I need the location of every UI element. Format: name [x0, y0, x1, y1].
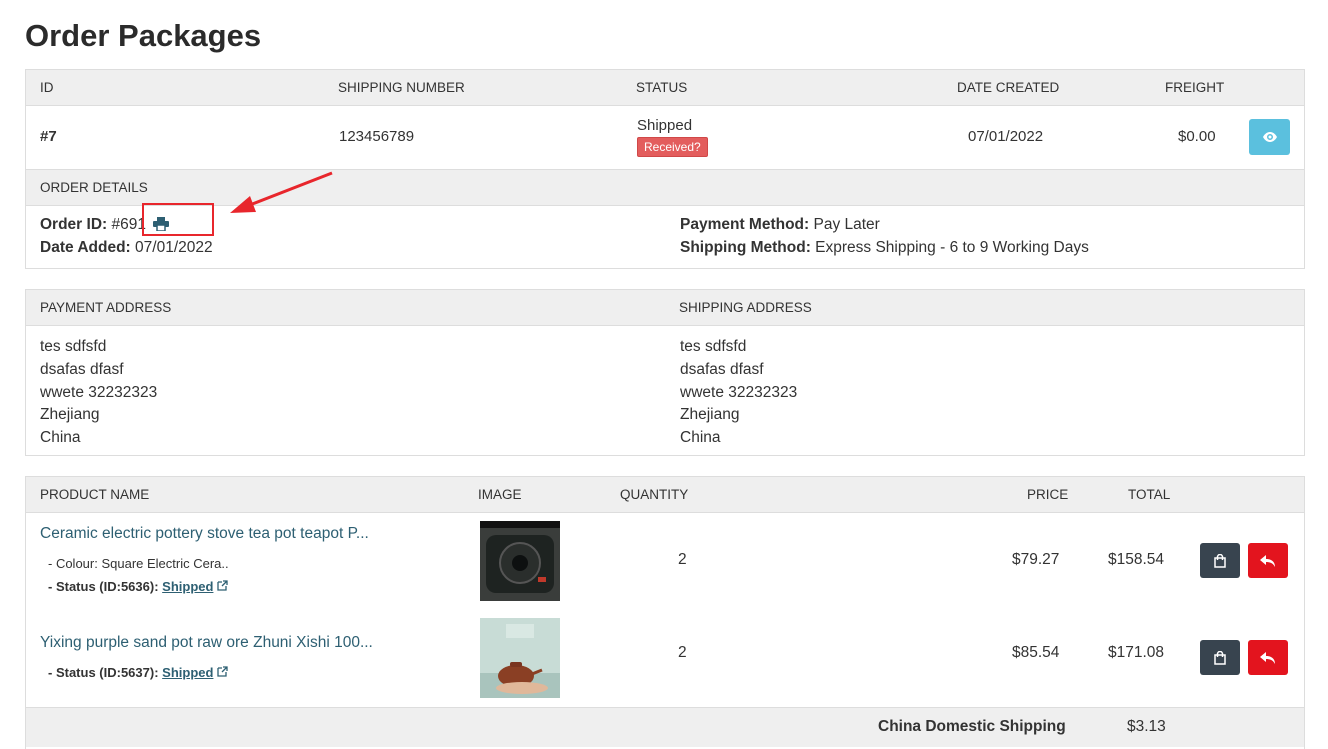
date-created: 07/01/2022 [968, 128, 1044, 145]
col-image: IMAGE [478, 487, 522, 502]
product-status-link[interactable]: Shipped [162, 665, 213, 680]
domestic-shipping-label: China Domestic Shipping [878, 718, 1066, 735]
received-button[interactable]: Received? [637, 137, 708, 157]
product-price: $85.54 [1012, 644, 1060, 661]
product-image [480, 618, 560, 698]
view-package-button[interactable] [1249, 119, 1290, 155]
product-status-label: - Status (ID:5636): [48, 579, 159, 594]
external-link-icon [217, 666, 228, 677]
add-to-cart-button[interactable] [1200, 640, 1240, 675]
date-added-line: Date Added: 07/01/2022 [40, 239, 213, 257]
address-panel: PAYMENT ADDRESS SHIPPING ADDRESS tes sdf… [25, 289, 1305, 456]
reply-icon [1260, 554, 1275, 567]
package-id: #7 [40, 128, 57, 145]
shipping-address-line: China [680, 429, 721, 447]
shipping-method-value: Express Shipping - 6 to 9 Working Days [815, 239, 1089, 256]
date-added-label: Date Added: [40, 239, 131, 256]
payment-address-line: wwete 32232323 [40, 383, 158, 401]
shipping-address-line: wwete 32232323 [680, 383, 798, 401]
payment-method-value: Pay Later [813, 216, 880, 233]
product-row: Yixing purple sand pot raw ore Zhuni Xis… [26, 610, 1304, 707]
payment-address-line: China [40, 429, 81, 447]
shipping-address-line: Zhejiang [680, 406, 740, 424]
payment-address-heading: PAYMENT ADDRESS [40, 300, 172, 315]
col-status: STATUS [636, 80, 688, 95]
col-id: ID [40, 80, 54, 95]
order-details-heading: ORDER DETAILS [40, 180, 148, 195]
payment-address-line: dsafas dfasf [40, 360, 124, 378]
product-status: - Status (ID:5636): Shipped [48, 579, 228, 594]
shipping-method-line: Shipping Method: Express Shipping - 6 to… [680, 239, 1089, 257]
package-table-header: ID SHIPPING NUMBER STATUS DATE CREATED F… [26, 70, 1304, 106]
shipping-method-label: Shipping Method: [680, 239, 811, 256]
product-image [480, 521, 560, 601]
external-link-icon [217, 580, 228, 591]
payment-method-line: Payment Method: Pay Later [680, 216, 880, 234]
order-details-header: ORDER DETAILS [26, 170, 1304, 206]
date-added-value: 07/01/2022 [135, 239, 213, 256]
product-name-link[interactable]: Ceramic electric pottery stove tea pot t… [40, 525, 369, 543]
order-id-label: Order ID: [40, 216, 108, 233]
col-date-created: DATE CREATED [957, 80, 1060, 95]
shipping-number: 123456789 [339, 128, 415, 145]
shipping-address-line: dsafas dfasf [680, 360, 764, 378]
product-row: Ceramic electric pottery stove tea pot t… [26, 513, 1304, 610]
shopping-bag-icon [1214, 553, 1226, 568]
shipping-address-line: tes sdfsfd [680, 338, 747, 355]
product-quantity: 2 [678, 551, 687, 568]
col-total: TOTAL [1128, 487, 1171, 502]
annotation-box [142, 203, 214, 236]
order-details-body: Order ID: #691 Date Added: 07/01/2022 Pa… [26, 206, 1304, 268]
package-status: Shipped [637, 117, 693, 134]
product-name-link[interactable]: Yixing purple sand pot raw ore Zhuni Xis… [40, 634, 373, 652]
shipping-address: tes sdfsfd dsafas dfasf wwete 32232323 Z… [680, 336, 797, 450]
product-price: $79.27 [1012, 551, 1060, 568]
product-status: - Status (ID:5637): Shipped [48, 665, 228, 680]
shipping-footer-row: China Domestic Shipping $3.13 [26, 707, 1304, 747]
payment-address-line: tes sdfsfd [40, 338, 107, 355]
return-button[interactable] [1248, 543, 1288, 578]
page-title: Order Packages [25, 18, 262, 53]
order-id-value: #691 [111, 216, 146, 233]
address-header: PAYMENT ADDRESS SHIPPING ADDRESS [26, 290, 1304, 326]
product-status-link[interactable]: Shipped [162, 579, 213, 594]
shopping-bag-icon [1214, 650, 1226, 665]
product-option: - Colour: Square Electric Cera.. [48, 556, 229, 571]
products-header: PRODUCT NAME IMAGE QUANTITY PRICE TOTAL [26, 477, 1304, 513]
col-product-name: PRODUCT NAME [40, 487, 150, 502]
arrow-annotation [230, 171, 333, 213]
return-button[interactable] [1248, 640, 1288, 675]
product-total: $171.08 [1108, 644, 1165, 661]
products-panel: PRODUCT NAME IMAGE QUANTITY PRICE TOTAL … [25, 476, 1305, 749]
domestic-shipping-value: $3.13 [1127, 718, 1166, 735]
package-panel: ID SHIPPING NUMBER STATUS DATE CREATED F… [25, 69, 1305, 269]
product-status-label: - Status (ID:5637): [48, 665, 159, 680]
payment-method-label: Payment Method: [680, 216, 810, 233]
eye-icon [1262, 132, 1277, 142]
product-quantity: 2 [678, 644, 687, 661]
col-quantity: QUANTITY [620, 487, 689, 502]
col-shipping-number: SHIPPING NUMBER [338, 80, 465, 95]
freight-value: $0.00 [1178, 128, 1216, 145]
col-price: PRICE [1027, 487, 1069, 502]
payment-address-line: Zhejiang [40, 406, 100, 424]
product-total: $158.54 [1108, 551, 1165, 568]
add-to-cart-button[interactable] [1200, 543, 1240, 578]
payment-address: tes sdfsfd dsafas dfasf wwete 32232323 Z… [40, 336, 157, 450]
shipping-address-heading: SHIPPING ADDRESS [679, 300, 812, 315]
col-freight: FREIGHT [1165, 80, 1225, 95]
reply-icon [1260, 651, 1275, 664]
